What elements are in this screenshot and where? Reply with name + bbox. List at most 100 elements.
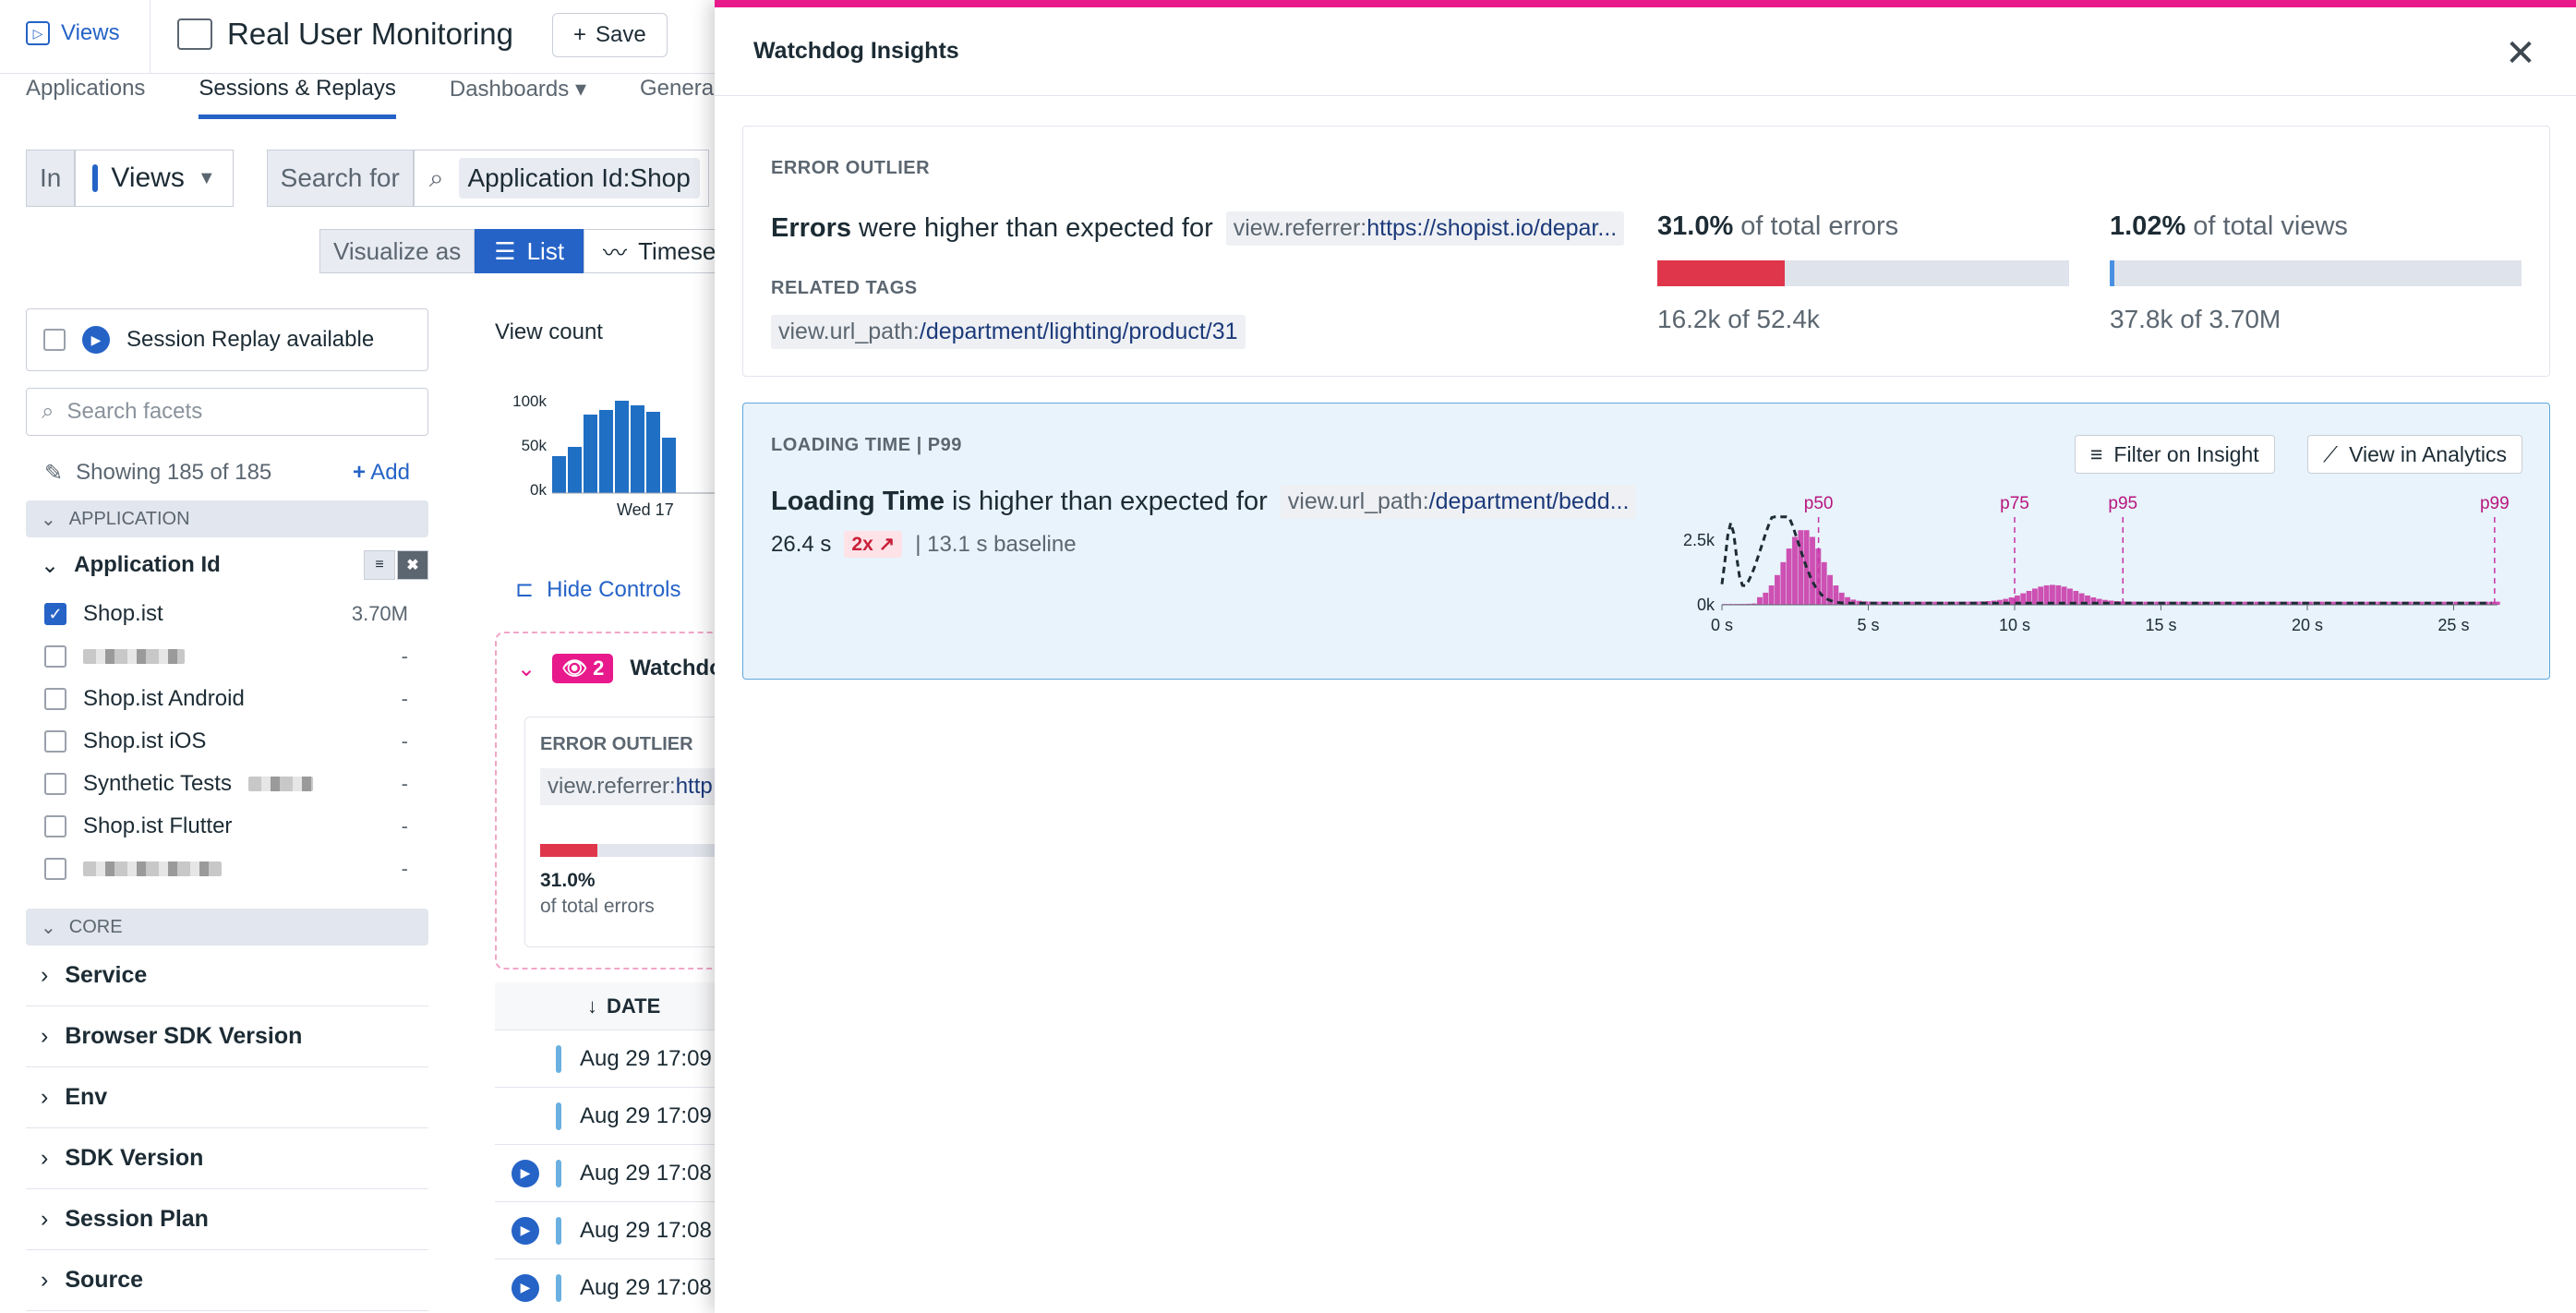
scope-select[interactable]: Views ▼ xyxy=(75,150,234,207)
visualize-as-label: Visualize as xyxy=(319,229,475,273)
errors-progress-fill xyxy=(1657,260,1785,286)
nav-tabs: Applications Sessions & Replays Dashboar… xyxy=(26,76,714,119)
error-outlier-card[interactable]: ERROR OUTLIER Errors were higher than ex… xyxy=(742,126,2550,377)
section-application[interactable]: ⌄ APPLICATION xyxy=(26,500,428,537)
facet-value-item[interactable]: - xyxy=(26,848,428,890)
facet-value-item[interactable]: ✓ Shop.ist 3.70M xyxy=(26,593,428,635)
status-indicator xyxy=(556,1102,561,1130)
facet-value-item[interactable]: - xyxy=(26,635,428,678)
view-in-analytics-label: View in Analytics xyxy=(2349,441,2507,466)
close-icon[interactable]: ✕ xyxy=(2502,35,2539,72)
pencil-icon[interactable]: ✎ xyxy=(44,460,63,487)
showing-text: Showing 185 of 185 xyxy=(76,460,272,485)
search-chip[interactable]: Application Id:Shop xyxy=(458,158,700,199)
facet-value-checkbox[interactable] xyxy=(44,730,66,753)
tab-applications[interactable]: Applications xyxy=(26,76,145,119)
url-path-tag[interactable]: view.url_path:/department/bedd... xyxy=(1280,485,1637,519)
date-header-label: DATE xyxy=(607,994,661,1018)
errors-stat: 31.0% of total errors 16.2k of 52.4k xyxy=(1657,211,2069,334)
error-outlier-kicker: ERROR OUTLIER xyxy=(771,158,931,178)
x-tick-label: 5 s xyxy=(1857,616,1879,634)
facet-group-source[interactable]: › Source xyxy=(26,1250,428,1311)
tab-general[interactable]: Genera xyxy=(640,76,714,119)
viz-list-button[interactable]: ☰ List xyxy=(475,229,584,273)
facet-value-item[interactable]: Shop.ist Flutter - xyxy=(26,805,428,848)
x-tick-label: 10 s xyxy=(1999,616,2030,634)
url-path-tag-value: /department/bedd... xyxy=(1428,488,1630,514)
chevron-down-icon[interactable]: ⌄ xyxy=(517,656,536,682)
facet-value-checkbox[interactable]: ✓ xyxy=(44,603,66,625)
facet-value-checkbox[interactable] xyxy=(44,858,66,880)
facet-panel: ▶ Session Replay available ⌕ Search face… xyxy=(26,308,428,1311)
facet-value-item[interactable]: Shop.ist iOS - xyxy=(26,720,428,763)
facet-group-session-plan[interactable]: › Session Plan xyxy=(26,1189,428,1250)
add-facet-label: Add xyxy=(370,460,410,485)
section-core[interactable]: ⌄ CORE xyxy=(26,909,428,946)
hide-controls-button[interactable]: ⊏ Hide Controls xyxy=(515,576,681,603)
errors-progress-track xyxy=(1657,260,2069,286)
session-replay-filter[interactable]: ▶ Session Replay available xyxy=(26,308,428,371)
views-pct-label: of total views xyxy=(2193,211,2348,241)
facet-value-count: 3.70M xyxy=(351,602,408,625)
row-date: Aug 29 17:08 xyxy=(580,1274,712,1300)
facet-value-label: Synthetic Tests xyxy=(83,771,232,796)
referrer-tag[interactable]: view.referrer:https://shopist.io/depar..… xyxy=(1225,211,1625,246)
chevron-down-icon: ▾ xyxy=(574,77,586,102)
facet-value-checkbox[interactable] xyxy=(44,815,66,837)
facet-group-browser-sdk-version[interactable]: › Browser SDK Version xyxy=(26,1006,428,1067)
tab-sessions-replays[interactable]: Sessions & Replays xyxy=(199,76,396,119)
chevron-down-icon: ⌄ xyxy=(41,917,56,938)
facet-value-item[interactable]: Shop.ist Android - xyxy=(26,678,428,720)
save-label: Save xyxy=(596,22,646,47)
facet-application-id[interactable]: ⌄ Application Id ≡ ✖ xyxy=(26,537,428,593)
session-replay-checkbox[interactable] xyxy=(43,329,66,351)
facet-value-item[interactable]: Synthetic Tests - xyxy=(26,763,428,805)
facet-value-count: - xyxy=(401,772,408,795)
chevron-right-icon: › xyxy=(41,1023,49,1049)
chevron-right-icon: › xyxy=(41,1084,49,1110)
tab-dashboards[interactable]: Dashboards ▾ xyxy=(450,76,586,119)
facet-group-sdk-version[interactable]: › SDK Version xyxy=(26,1128,428,1189)
facet-value-checkbox[interactable] xyxy=(44,688,66,710)
row-date: Aug 29 17:09 xyxy=(580,1045,712,1071)
errors-pct: 31.0% xyxy=(1657,211,1734,241)
filter-icon: ≡ xyxy=(2090,441,2103,466)
facet-group-env[interactable]: › Env xyxy=(26,1067,428,1128)
related-tag[interactable]: view.url_path:/department/lighting/produ… xyxy=(771,315,1246,349)
timeseries-icon: 〰 xyxy=(603,238,628,267)
views-button[interactable]: ▷ Views xyxy=(26,20,120,46)
headline-rest: were higher than expected for xyxy=(859,213,1213,243)
distribution-bar xyxy=(2050,584,2055,605)
facet-group-service[interactable]: › Service xyxy=(26,946,428,1006)
percentile-label: p75 xyxy=(2000,496,2029,513)
facet-value-count: - xyxy=(401,814,408,837)
filter-on-insight-button[interactable]: ≡ Filter on Insight xyxy=(2075,435,2275,474)
distribution-bar xyxy=(1815,548,1822,605)
play-icon[interactable]: ▶ xyxy=(512,1216,539,1245)
facet-group-label: Service xyxy=(65,962,148,988)
facet-value-checkbox[interactable] xyxy=(44,773,66,795)
search-input[interactable]: ⌕ Application Id:Shop xyxy=(413,150,709,207)
view-in-analytics-button[interactable]: ⟋ View in Analytics xyxy=(2307,435,2522,474)
search-facets-input[interactable]: ⌕ Search facets xyxy=(26,388,428,436)
x-tick-label: 20 s xyxy=(2292,616,2323,634)
filter-icon[interactable]: ≡ xyxy=(364,550,395,580)
mini-card-progress xyxy=(540,844,725,857)
headline-rest: is higher than expected for xyxy=(951,487,1268,516)
related-tag-value: /department/lighting/product/31 xyxy=(919,319,1238,344)
panel-header: Watchdog Insights xyxy=(715,7,2576,96)
multiplier-badge: 2x ↗ xyxy=(844,531,903,558)
referrer-tag-key: view.referrer: xyxy=(1233,215,1367,241)
loading-time-card[interactable]: LOADING TIME | P99 ≡ Filter on Insight ⟋… xyxy=(742,403,2550,680)
facet-group-label: Env xyxy=(65,1084,108,1110)
clear-icon[interactable]: ✖ xyxy=(397,550,428,580)
play-icon[interactable]: ▶ xyxy=(512,1273,539,1302)
distribution-bar xyxy=(2020,593,2027,605)
add-facet-button[interactable]: + Add xyxy=(353,460,410,486)
page-title: Real User Monitoring xyxy=(177,17,513,52)
save-button[interactable]: + Save xyxy=(552,13,668,57)
distribution-bar xyxy=(2131,601,2137,605)
facet-value-checkbox[interactable] xyxy=(44,645,66,668)
play-icon[interactable]: ▶ xyxy=(512,1159,539,1187)
histogram-bar xyxy=(631,405,644,493)
